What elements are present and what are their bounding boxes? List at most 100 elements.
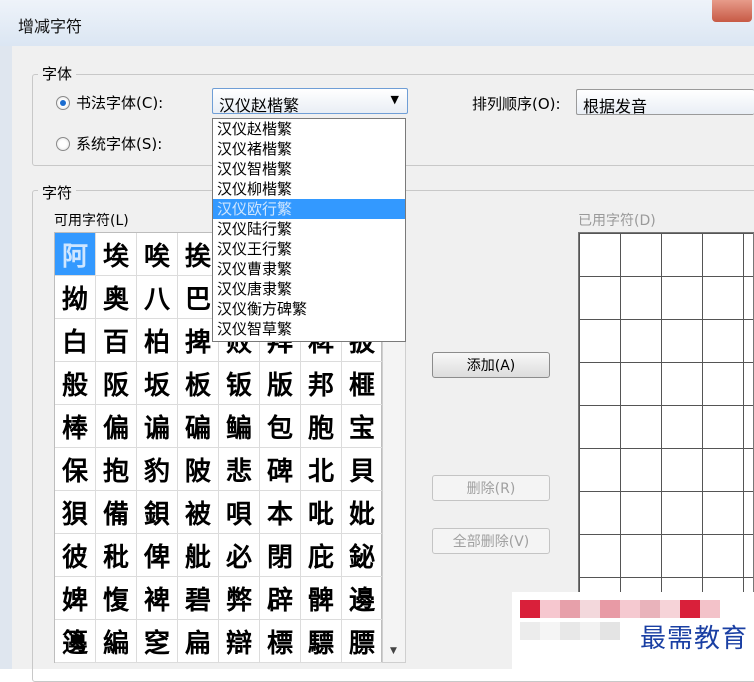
- window-edge: [0, 46, 12, 669]
- character-cell[interactable]: 閉: [260, 534, 301, 577]
- character-cell[interactable]: 白: [55, 319, 96, 362]
- character-cell[interactable]: 唄: [219, 491, 260, 534]
- character-cell[interactable]: 本: [260, 491, 301, 534]
- radio-unchecked-icon: [56, 136, 70, 151]
- character-cell[interactable]: 鳊: [219, 405, 260, 448]
- character-cell[interactable]: 貝: [342, 448, 383, 491]
- character-cell[interactable]: 钣: [219, 362, 260, 405]
- character-cell[interactable]: 八: [137, 276, 178, 319]
- sort-order-value: 根据发音: [583, 97, 648, 116]
- character-cell[interactable]: 窆: [137, 620, 178, 663]
- character-cell[interactable]: 陂: [178, 448, 219, 491]
- font-dropdown-option[interactable]: 汉仪王行繁: [213, 239, 405, 259]
- sort-order-combobox[interactable]: 根据发音: [576, 89, 754, 116]
- used-characters-label: 已用字符(D): [578, 213, 656, 229]
- character-cell[interactable]: 鋇: [137, 491, 178, 534]
- character-cell[interactable]: 坂: [137, 362, 178, 405]
- system-font-radio[interactable]: 系统字体(S):: [56, 133, 162, 154]
- character-cell[interactable]: 邦: [301, 362, 342, 405]
- character-cell[interactable]: 標: [260, 620, 301, 663]
- character-cell[interactable]: 碥: [178, 405, 219, 448]
- character-cell[interactable]: 埃: [96, 233, 137, 276]
- character-group-label: 字符: [38, 182, 77, 203]
- title-bar: 增减字符: [0, 0, 754, 47]
- character-cell[interactable]: 邊: [342, 577, 383, 620]
- character-cell[interactable]: 奥: [96, 276, 137, 319]
- close-button[interactable]: [712, 0, 752, 22]
- watermark-mosaic: [520, 600, 720, 618]
- character-cell[interactable]: 彼: [55, 534, 96, 577]
- calligraphy-font-radio[interactable]: 书法字体(C):: [56, 92, 163, 113]
- character-cell[interactable]: 棒: [55, 405, 96, 448]
- character-cell[interactable]: 版: [260, 362, 301, 405]
- character-cell[interactable]: 辯: [219, 620, 260, 663]
- character-cell[interactable]: 百: [96, 319, 137, 362]
- character-cell[interactable]: 驃: [301, 620, 342, 663]
- character-cell[interactable]: 被: [178, 491, 219, 534]
- font-dropdown-option[interactable]: 汉仪智草繁: [213, 319, 405, 339]
- character-cell[interactable]: 庇: [301, 534, 342, 577]
- character-cell[interactable]: 扁: [178, 620, 219, 663]
- character-cell[interactable]: 辟: [260, 577, 301, 620]
- character-cell[interactable]: 婢: [55, 577, 96, 620]
- watermark-text: 最需教育: [639, 624, 748, 654]
- character-cell[interactable]: 弊: [219, 577, 260, 620]
- character-cell[interactable]: 吡: [301, 491, 342, 534]
- font-dropdown-option[interactable]: 汉仪柳楷繁: [213, 179, 405, 199]
- character-cell[interactable]: 拗: [55, 276, 96, 319]
- character-cell[interactable]: 般: [55, 362, 96, 405]
- scroll-down-arrow-icon[interactable]: ▼: [390, 646, 397, 656]
- character-cell[interactable]: 備: [96, 491, 137, 534]
- font-dropdown-list[interactable]: 汉仪赵楷繁 汉仪褚楷繁 汉仪智楷繁 汉仪柳楷繁 汉仪欧行繁 汉仪陆行繁 汉仪王行繁 汉仪曹隶繁…: [212, 118, 406, 342]
- character-cell[interactable]: 愎: [96, 577, 137, 620]
- font-dropdown-option[interactable]: 汉仪陆行繁: [213, 219, 405, 239]
- character-cell[interactable]: 包: [260, 405, 301, 448]
- character-cell[interactable]: 板: [178, 362, 219, 405]
- character-cell[interactable]: 谝: [137, 405, 178, 448]
- character-cell[interactable]: 秕: [96, 534, 137, 577]
- font-dropdown-option[interactable]: 汉仪唐隶繁: [213, 279, 405, 299]
- character-cell[interactable]: 宝: [342, 405, 383, 448]
- font-dropdown-option[interactable]: 汉仪褚楷繁: [213, 139, 405, 159]
- character-cell[interactable]: 悲: [219, 448, 260, 491]
- character-cell[interactable]: 阿: [55, 233, 96, 276]
- character-cell[interactable]: 必: [219, 534, 260, 577]
- character-cell[interactable]: 妣: [342, 491, 383, 534]
- font-dropdown-option[interactable]: 汉仪衡方碑繁: [213, 299, 405, 319]
- font-dropdown-option[interactable]: 汉仪智楷繁: [213, 159, 405, 179]
- add-button[interactable]: 添加(A): [432, 352, 550, 378]
- character-cell[interactable]: 碧: [178, 577, 219, 620]
- character-cell[interactable]: 狽: [55, 491, 96, 534]
- character-cell[interactable]: 鉍: [342, 534, 383, 577]
- available-characters-label: 可用字符(L): [54, 213, 129, 229]
- watermark-mosaic-row2: [520, 622, 620, 640]
- character-cell[interactable]: 北: [301, 448, 342, 491]
- character-cell[interactable]: 抱: [96, 448, 137, 491]
- character-cell[interactable]: 保: [55, 448, 96, 491]
- font-combobox[interactable]: 汉仪赵楷繁 ▼: [212, 88, 408, 115]
- delete-all-button[interactable]: 全部删除(V): [432, 528, 550, 554]
- character-cell[interactable]: 阪: [96, 362, 137, 405]
- character-cell[interactable]: 舭: [178, 534, 219, 577]
- character-cell[interactable]: 榧: [342, 362, 383, 405]
- system-font-label: 系统字体(S):: [76, 135, 163, 153]
- font-dropdown-option[interactable]: 汉仪欧行繁: [213, 199, 405, 219]
- character-cell[interactable]: 髀: [301, 577, 342, 620]
- character-cell[interactable]: 編: [96, 620, 137, 663]
- character-cell[interactable]: 胞: [301, 405, 342, 448]
- delete-button[interactable]: 删除(R): [432, 475, 550, 501]
- character-cell[interactable]: 唉: [137, 233, 178, 276]
- character-cell[interactable]: 柏: [137, 319, 178, 362]
- font-dropdown-option[interactable]: 汉仪曹隶繁: [213, 259, 405, 279]
- character-cell[interactable]: 豹: [137, 448, 178, 491]
- character-cell[interactable]: 俾: [137, 534, 178, 577]
- character-cell[interactable]: 膘: [342, 620, 383, 663]
- character-cell[interactable]: 裨: [137, 577, 178, 620]
- font-group-label: 字体: [38, 63, 77, 84]
- character-cell[interactable]: 碑: [260, 448, 301, 491]
- radio-checked-icon: [56, 95, 70, 110]
- character-cell[interactable]: 籩: [55, 620, 96, 663]
- font-dropdown-option[interactable]: 汉仪赵楷繁: [213, 119, 405, 139]
- character-cell[interactable]: 偏: [96, 405, 137, 448]
- sort-order-label: 排列顺序(O):: [472, 95, 561, 113]
